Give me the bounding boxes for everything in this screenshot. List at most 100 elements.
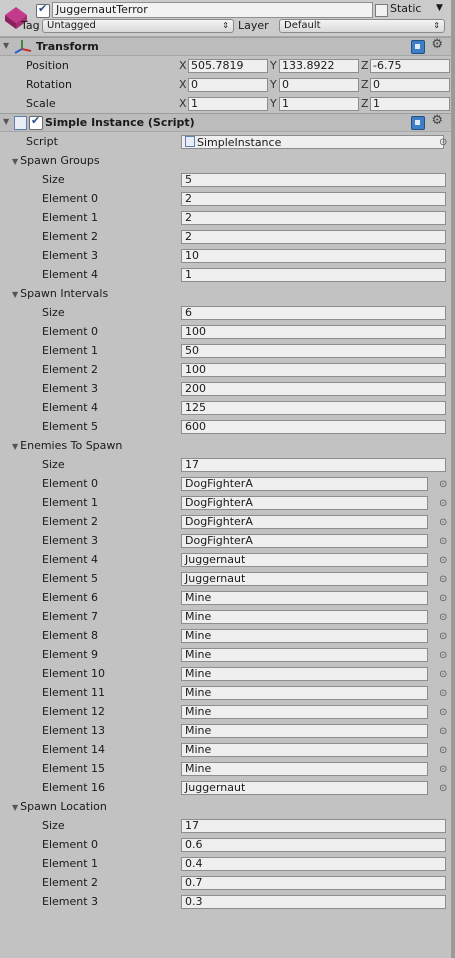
spawn-location-label: ▼ Spawn Location bbox=[12, 797, 107, 817]
component-enabled-checkbox[interactable] bbox=[29, 114, 43, 130]
object-picker-icon[interactable]: ⊙ bbox=[439, 703, 447, 722]
object-picker-icon[interactable]: ⊙ bbox=[439, 665, 447, 684]
enemies-to-spawn-element-row: Element 16 Juggernaut ⊙ bbox=[0, 778, 455, 797]
object-picker-icon[interactable]: ⊙ bbox=[439, 532, 447, 551]
object-picker-icon[interactable]: ⊙ bbox=[439, 722, 447, 741]
static-dropdown-icon[interactable]: ▼ bbox=[436, 3, 443, 13]
y-value-field[interactable]: 133.8922 bbox=[279, 59, 359, 73]
element-value-field[interactable]: Juggernaut bbox=[181, 553, 428, 567]
object-picker-icon[interactable]: ⊙ bbox=[439, 133, 447, 152]
spawn-intervals-element-row: Element 0 100 bbox=[0, 322, 455, 341]
foldout-arrow-icon[interactable]: ▼ bbox=[3, 41, 9, 50]
element-value-field[interactable]: Mine bbox=[181, 610, 428, 624]
tag-dropdown[interactable]: Untagged ⇕ bbox=[42, 19, 234, 33]
element-value-field[interactable]: Mine bbox=[181, 686, 428, 700]
help-icon[interactable] bbox=[411, 116, 425, 130]
enemies-to-spawn-element-row: Element 5 Juggernaut ⊙ bbox=[0, 569, 455, 588]
script-label: Script bbox=[26, 135, 58, 148]
x-value-field[interactable]: 1 bbox=[188, 97, 268, 111]
axis-y-label: Y bbox=[270, 78, 277, 91]
gear-icon[interactable]: ⚙ bbox=[431, 37, 443, 52]
element-value-field[interactable]: 200 bbox=[181, 382, 446, 396]
spawn-location-foldout[interactable]: ▼ Spawn Location bbox=[0, 797, 455, 816]
z-value-field[interactable]: 1 bbox=[370, 97, 450, 111]
element-value-field[interactable]: Mine bbox=[181, 762, 428, 776]
z-value-field[interactable]: -6.75 bbox=[370, 59, 450, 73]
size-field[interactable]: 5 bbox=[181, 173, 446, 187]
element-value-field[interactable]: 125 bbox=[181, 401, 446, 415]
size-field[interactable]: 6 bbox=[181, 306, 446, 320]
gear-icon[interactable]: ⚙ bbox=[431, 113, 443, 128]
element-value-field[interactable]: 0.6 bbox=[181, 838, 446, 852]
element-value-field[interactable]: 1 bbox=[181, 268, 446, 282]
x-value-field[interactable]: 0 bbox=[188, 78, 268, 92]
element-value-field[interactable]: 0.7 bbox=[181, 876, 446, 890]
element-value-field[interactable]: Mine bbox=[181, 591, 428, 605]
element-value-field[interactable]: Mine bbox=[181, 648, 428, 662]
element-value-field[interactable]: 2 bbox=[181, 192, 446, 206]
element-value-field[interactable]: Mine bbox=[181, 724, 428, 738]
element-value-field[interactable]: Mine bbox=[181, 629, 428, 643]
layer-dropdown[interactable]: Default ⇕ bbox=[279, 19, 445, 33]
object-picker-icon[interactable]: ⊙ bbox=[439, 570, 447, 589]
spawn-intervals-foldout[interactable]: ▼ Spawn Intervals bbox=[0, 284, 455, 303]
object-picker-icon[interactable]: ⊙ bbox=[439, 684, 447, 703]
element-value-field[interactable]: Mine bbox=[181, 705, 428, 719]
z-value-field[interactable]: 0 bbox=[370, 78, 450, 92]
element-value-field[interactable]: 100 bbox=[181, 325, 446, 339]
y-value-field[interactable]: 0 bbox=[279, 78, 359, 92]
y-value-field[interactable]: 1 bbox=[279, 97, 359, 111]
foldout-arrow-icon[interactable]: ▼ bbox=[3, 117, 9, 126]
object-picker-icon[interactable]: ⊙ bbox=[439, 513, 447, 532]
object-picker-icon[interactable]: ⊙ bbox=[439, 779, 447, 798]
element-value-field[interactable]: 0.3 bbox=[181, 895, 446, 909]
foldout-arrow-icon[interactable]: ▼ bbox=[12, 157, 18, 166]
axis-x-label: X bbox=[179, 59, 187, 72]
foldout-arrow-icon[interactable]: ▼ bbox=[12, 803, 18, 812]
active-checkbox[interactable] bbox=[36, 2, 50, 18]
element-value-field[interactable]: DogFighterA bbox=[181, 477, 428, 491]
element-value-field[interactable]: 100 bbox=[181, 363, 446, 377]
element-value-field[interactable]: 0.4 bbox=[181, 857, 446, 871]
enemies-to-spawn-element-row: Element 14 Mine ⊙ bbox=[0, 740, 455, 759]
static-checkbox[interactable] bbox=[375, 4, 388, 17]
element-value-field[interactable]: 50 bbox=[181, 344, 446, 358]
size-field[interactable]: 17 bbox=[181, 458, 446, 472]
element-value-field[interactable]: DogFighterA bbox=[181, 496, 428, 510]
element-value-field[interactable]: 600 bbox=[181, 420, 446, 434]
element-value-field[interactable]: 2 bbox=[181, 230, 446, 244]
object-picker-icon[interactable]: ⊙ bbox=[439, 589, 447, 608]
object-picker-icon[interactable]: ⊙ bbox=[439, 741, 447, 760]
scrollbar[interactable] bbox=[451, 0, 455, 958]
object-picker-icon[interactable]: ⊙ bbox=[439, 608, 447, 627]
object-picker-icon[interactable]: ⊙ bbox=[439, 627, 447, 646]
element-value-field[interactable]: Mine bbox=[181, 667, 428, 681]
transform-header[interactable]: ▼ Transform ⚙ bbox=[0, 37, 455, 56]
element-value-field[interactable]: 10 bbox=[181, 249, 446, 263]
object-picker-icon[interactable]: ⊙ bbox=[439, 760, 447, 779]
element-value-field[interactable]: Juggernaut bbox=[181, 781, 428, 795]
object-name-field[interactable]: JuggernautTerror bbox=[52, 2, 373, 18]
element-value-field[interactable]: 2 bbox=[181, 211, 446, 225]
element-label: Element 2 bbox=[42, 230, 99, 243]
object-picker-icon[interactable]: ⊙ bbox=[439, 475, 447, 494]
element-value-field[interactable]: Mine bbox=[181, 743, 428, 757]
element-label: Element 2 bbox=[42, 515, 99, 528]
element-value-field[interactable]: Juggernaut bbox=[181, 572, 428, 586]
element-value-field[interactable]: DogFighterA bbox=[181, 515, 428, 529]
element-label: Element 11 bbox=[42, 686, 106, 699]
spawn-location-size-row: Size 17 bbox=[0, 816, 455, 835]
element-value-field[interactable]: DogFighterA bbox=[181, 534, 428, 548]
size-field[interactable]: 17 bbox=[181, 819, 446, 833]
help-icon[interactable] bbox=[411, 40, 425, 54]
spawn-groups-foldout[interactable]: ▼ Spawn Groups bbox=[0, 151, 455, 170]
enemies-to-spawn-foldout[interactable]: ▼ Enemies To Spawn bbox=[0, 436, 455, 455]
x-value-field[interactable]: 505.7819 bbox=[188, 59, 268, 73]
foldout-arrow-icon[interactable]: ▼ bbox=[12, 442, 18, 451]
foldout-arrow-icon[interactable]: ▼ bbox=[12, 290, 18, 299]
object-picker-icon[interactable]: ⊙ bbox=[439, 494, 447, 513]
script-component-header[interactable]: ▼ Simple Instance (Script) ⚙ bbox=[0, 113, 455, 132]
object-picker-icon[interactable]: ⊙ bbox=[439, 551, 447, 570]
object-picker-icon[interactable]: ⊙ bbox=[439, 646, 447, 665]
script-field[interactable]: SimpleInstance bbox=[181, 135, 444, 149]
